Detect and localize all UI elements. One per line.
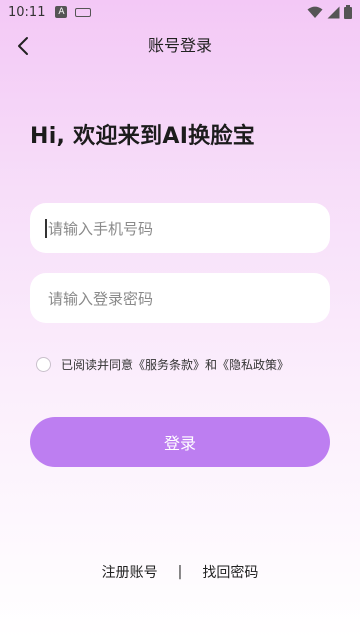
agreement-row: 已阅读并同意 《服务条款》 和 《隐私政策》 (36, 356, 289, 373)
login-button[interactable]: 登录 (30, 417, 330, 467)
footer-divider: | (177, 564, 183, 580)
page-title: 账号登录 (147, 36, 212, 55)
login-screen: 10:11 A 账号登录 Hi, 欢迎来到AI换脸宝 请输入手机号码 已阅读并同… (0, 0, 360, 639)
recover-password-link[interactable]: 找回密码 (202, 562, 258, 582)
notification-badge-icon: A (55, 6, 68, 18)
password-field[interactable] (30, 273, 330, 325)
cellular-signal-icon (327, 6, 340, 18)
agreement-prefix: 已阅读并同意 (61, 358, 134, 372)
battery-icon (344, 5, 352, 19)
phone-input[interactable] (46, 203, 318, 255)
password-input[interactable] (46, 273, 318, 325)
welcome-heading: Hi, 欢迎来到AI换脸宝 (30, 124, 256, 149)
agreement-checkbox[interactable] (36, 357, 51, 372)
privacy-link[interactable]: 《隐私政策》 (217, 356, 289, 373)
status-bar: 10:11 A (0, 0, 360, 24)
text-cursor (45, 219, 47, 238)
phone-field[interactable] (30, 203, 330, 255)
agreement-and: 和 (205, 358, 218, 372)
wifi-icon (307, 6, 323, 18)
footer-links: 注册账号 | 找回密码 (0, 562, 360, 582)
status-icons (307, 5, 352, 19)
register-link[interactable]: 注册账号 (102, 562, 158, 582)
terms-link[interactable]: 《服务条款》 (133, 356, 205, 373)
status-time: 10:11 (8, 4, 46, 20)
keyboard-icon (75, 7, 92, 17)
nav-bar: 账号登录 (0, 28, 360, 64)
